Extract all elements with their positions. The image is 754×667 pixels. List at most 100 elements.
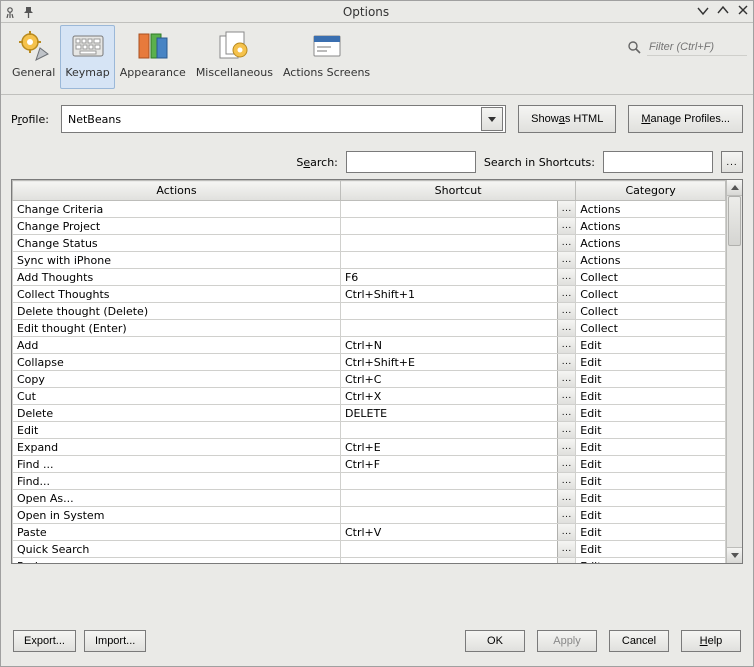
shortcut-more-button[interactable]: ... [557, 541, 575, 557]
scroll-up-icon[interactable] [727, 180, 742, 196]
shortcut-more-button[interactable]: ... [557, 235, 575, 251]
action-cell: Delete thought (Delete) [13, 303, 341, 320]
shortcut-cell[interactable]: ... [340, 201, 575, 218]
table-scrollbar[interactable] [726, 180, 742, 563]
shortcut-more-button[interactable]: ... [557, 388, 575, 404]
profile-dropdown[interactable]: NetBeans [61, 105, 506, 133]
shortcut-cell[interactable]: ... [340, 473, 575, 490]
shortcut-cell[interactable]: Ctrl+N... [340, 337, 575, 354]
import-button[interactable]: Import... [84, 630, 146, 652]
table-row[interactable]: Edit thought (Enter)...Collect [13, 320, 726, 337]
shortcut-cell[interactable]: Ctrl+F... [340, 456, 575, 473]
table-row[interactable]: Find......Edit [13, 473, 726, 490]
table-row[interactable]: CopyCtrl+C...Edit [13, 371, 726, 388]
shortcut-more-button[interactable]: ... [557, 473, 575, 489]
table-row[interactable]: Collect ThoughtsCtrl+Shift+1...Collect [13, 286, 726, 303]
tab-general[interactable]: General [7, 25, 60, 89]
shortcut-more-button[interactable]: ... [557, 371, 575, 387]
table-row[interactable]: DeleteDELETE...Edit [13, 405, 726, 422]
search-shortcuts-label: Search in Shortcuts: [484, 156, 595, 169]
ok-button[interactable]: OK [465, 630, 525, 652]
shortcut-cell[interactable]: ... [340, 507, 575, 524]
table-row[interactable]: ExpandCtrl+E...Edit [13, 439, 726, 456]
table-row[interactable]: Quick Search...Edit [13, 541, 726, 558]
shortcut-cell[interactable]: Ctrl+Shift+E... [340, 354, 575, 371]
shortcut-more-button[interactable]: ... [557, 337, 575, 353]
table-row[interactable]: CollapseCtrl+Shift+E...Edit [13, 354, 726, 371]
table-row[interactable]: Find ...Ctrl+F...Edit [13, 456, 726, 473]
chevron-down-icon[interactable] [481, 107, 503, 131]
table-row[interactable]: Delete thought (Delete)...Collect [13, 303, 726, 320]
shortcut-more-button[interactable]: ... [557, 252, 575, 268]
shortcut-more-button[interactable]: ... [557, 558, 575, 563]
search-input[interactable] [346, 151, 476, 173]
col-category[interactable]: Category [576, 181, 726, 201]
shortcut-cell[interactable]: ... [340, 490, 575, 507]
shortcut-cell[interactable]: Ctrl+V... [340, 524, 575, 541]
shortcut-cell[interactable]: ... [340, 235, 575, 252]
shortcut-more-button[interactable]: ... [557, 303, 575, 319]
help-button[interactable]: Help [681, 630, 741, 652]
shortcut-cell[interactable]: ... [340, 541, 575, 558]
shortcut-more-button[interactable]: ... [557, 286, 575, 302]
shortcut-more-button[interactable]: ... [557, 439, 575, 455]
maximize-icon[interactable] [717, 4, 729, 20]
export-button[interactable]: Export... [13, 630, 76, 652]
shortcut-more-button[interactable]: ... [557, 490, 575, 506]
app-menu-icon[interactable] [5, 6, 17, 18]
table-row[interactable]: AddCtrl+N...Edit [13, 337, 726, 354]
shortcut-more-button[interactable]: ... [557, 507, 575, 523]
shortcut-cell[interactable]: ... [340, 218, 575, 235]
filter-input[interactable] [647, 38, 747, 56]
shortcut-more-button[interactable]: ... [557, 218, 575, 234]
manage-profiles-button[interactable]: Manage Profiles... [628, 105, 743, 133]
table-row[interactable]: Edit...Edit [13, 422, 726, 439]
shortcut-cell[interactable]: F6... [340, 269, 575, 286]
shortcut-cell[interactable]: Ctrl+X... [340, 388, 575, 405]
tab-keymap[interactable]: Keymap [60, 25, 114, 89]
search-shortcuts-more-button[interactable] [721, 151, 743, 173]
shortcut-cell[interactable]: Ctrl+Shift+1... [340, 286, 575, 303]
table-row[interactable]: Change Project...Actions [13, 218, 726, 235]
table-row[interactable]: Open As......Edit [13, 490, 726, 507]
shortcut-more-button[interactable]: ... [557, 456, 575, 472]
shortcut-cell[interactable]: Ctrl+C... [340, 371, 575, 388]
shortcut-more-button[interactable]: ... [557, 354, 575, 370]
scroll-thumb[interactable] [728, 196, 741, 246]
shortcut-cell[interactable]: Ctrl+E... [340, 439, 575, 456]
scroll-down-icon[interactable] [727, 547, 742, 563]
table-row[interactable]: Add ThoughtsF6...Collect [13, 269, 726, 286]
shortcut-cell[interactable]: ... [340, 422, 575, 439]
show-as-html-button[interactable]: Show as HTML [518, 105, 616, 133]
cancel-button[interactable]: Cancel [609, 630, 669, 652]
tab-appearance[interactable]: Appearance [115, 25, 191, 89]
table-row[interactable]: Change Status...Actions [13, 235, 726, 252]
shortcut-cell[interactable]: ... [340, 320, 575, 337]
col-actions[interactable]: Actions [13, 181, 341, 201]
tab-actions-screens[interactable]: Actions Screens [278, 25, 375, 89]
close-icon[interactable] [737, 4, 749, 20]
shortcut-cell[interactable]: ... [340, 252, 575, 269]
search-shortcuts-input[interactable] [603, 151, 713, 173]
category-cell: Edit [576, 337, 726, 354]
minimize-icon[interactable] [697, 4, 709, 20]
shortcut-more-button[interactable]: ... [557, 269, 575, 285]
shortcut-more-button[interactable]: ... [557, 524, 575, 540]
pin-icon[interactable] [23, 6, 35, 18]
shortcut-more-button[interactable]: ... [557, 201, 575, 217]
table-row[interactable]: Redo...Edit [13, 558, 726, 564]
table-row[interactable]: Change Criteria...Actions [13, 201, 726, 218]
table-row[interactable]: PasteCtrl+V...Edit [13, 524, 726, 541]
table-row[interactable]: Open in System...Edit [13, 507, 726, 524]
tab-miscellaneous[interactable]: Miscellaneous [191, 25, 278, 89]
apply-button[interactable]: Apply [537, 630, 597, 652]
shortcut-more-button[interactable]: ... [557, 405, 575, 421]
shortcut-cell[interactable]: ... [340, 558, 575, 564]
table-row[interactable]: CutCtrl+X...Edit [13, 388, 726, 405]
shortcut-cell[interactable]: ... [340, 303, 575, 320]
col-shortcut[interactable]: Shortcut [340, 181, 575, 201]
shortcut-more-button[interactable]: ... [557, 422, 575, 438]
shortcut-more-button[interactable]: ... [557, 320, 575, 336]
table-row[interactable]: Sync with iPhone...Actions [13, 252, 726, 269]
shortcut-cell[interactable]: DELETE... [340, 405, 575, 422]
